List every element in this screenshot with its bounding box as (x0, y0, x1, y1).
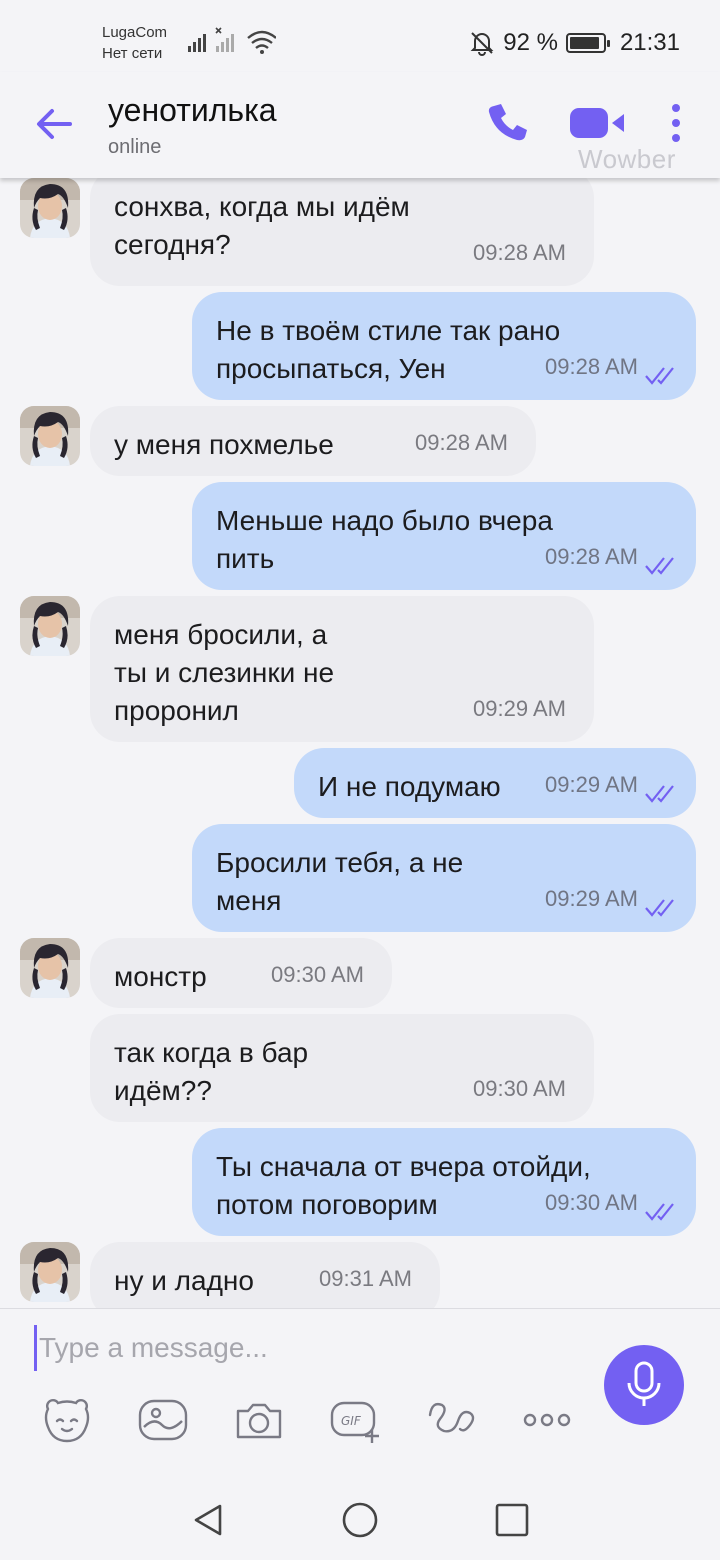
status-right: 92 % 21:31 (469, 28, 680, 58)
message-time: 09:29 AM (473, 696, 566, 721)
message-bubble[interactable]: Бросили тебя, а не меня 09:29 AM (192, 824, 696, 932)
avatar-image (20, 178, 80, 238)
status-bar: LugaCom Нет сети 92 % 21:31 (0, 0, 720, 72)
more-vertical-icon[interactable] (664, 102, 688, 144)
avatar[interactable] (20, 596, 80, 656)
doodle-icon[interactable] (424, 1395, 478, 1445)
avatar-image (20, 938, 80, 998)
avatar-image (20, 406, 80, 466)
carrier-name: LugaCom (102, 24, 168, 41)
message-bubble[interactable]: монстр 09:30 AM (90, 938, 392, 1008)
microphone-icon (627, 1361, 661, 1406)
chat-header: уенотилька online Wowber (0, 72, 720, 178)
message-time: 09:30 AM (271, 962, 364, 987)
phone-icon[interactable] (484, 100, 530, 146)
message-time: 09:28 AM (415, 430, 508, 455)
battery-percent: 92 % (503, 29, 558, 56)
camera-icon[interactable] (232, 1395, 286, 1445)
message-time: 09:29 AM (545, 886, 638, 911)
avatar-image (20, 1242, 80, 1302)
message-input[interactable] (34, 1325, 584, 1371)
avatar-image (20, 596, 80, 656)
message-bubble[interactable]: И не подумаю 09:29 AM (294, 748, 696, 818)
message-time: 09:28 AM (545, 354, 638, 379)
battery-icon (565, 33, 610, 53)
read-ticks-icon (645, 557, 674, 575)
carrier-info: LugaCom Нет сети (102, 22, 167, 64)
system-nav-bar (0, 1480, 720, 1560)
more-options-icon[interactable] (520, 1395, 574, 1445)
contact-name[interactable]: уенотилька (108, 92, 277, 129)
message-list[interactable]: сонхва, когда мы идём сегодня? 09:28 AM … (0, 178, 720, 1308)
message-time: 09:30 AM (545, 1190, 638, 1215)
signal-wifi-icon (188, 27, 276, 54)
read-ticks-icon (645, 1203, 674, 1221)
back-nav-icon[interactable] (188, 1500, 228, 1540)
message-bubble[interactable]: Ты сначала от вчера отойди, потом погово… (192, 1128, 696, 1236)
watermark: Wowber (578, 144, 676, 174)
avatar[interactable] (20, 938, 80, 998)
message-time: 09:30 AM (473, 1076, 566, 1101)
message-time: 09:28 AM (473, 240, 566, 265)
network-status: Нет сети (102, 45, 163, 62)
avatar[interactable] (20, 1242, 80, 1302)
svg-text:GIF: GIF (341, 1414, 362, 1428)
image-icon[interactable] (136, 1395, 190, 1445)
contact-status: online (108, 136, 162, 158)
avatar[interactable] (20, 406, 80, 466)
voice-record-button[interactable] (604, 1345, 684, 1425)
sticker-icon[interactable] (40, 1395, 94, 1445)
message-bubble[interactable]: ну и ладно 09:31 AM (90, 1242, 440, 1308)
message-bubble[interactable]: Не в твоём стиле так рано просыпаться, У… (192, 292, 696, 400)
avatar[interactable] (20, 178, 80, 238)
read-ticks-icon (645, 899, 674, 917)
message-bubble[interactable]: так когда в бар идём?? 09:30 AM (90, 1014, 594, 1122)
back-arrow-icon[interactable] (30, 102, 78, 146)
recents-nav-icon[interactable] (492, 1500, 532, 1540)
message-time: 09:28 AM (545, 544, 638, 569)
read-ticks-icon (645, 785, 674, 803)
message-bubble[interactable]: сонхва, когда мы идём сегодня? 09:28 AM (90, 178, 594, 286)
message-bubble[interactable]: меня бросили, а ты и слезинки не пророни… (90, 596, 594, 742)
home-nav-icon[interactable] (340, 1500, 380, 1540)
message-bubble[interactable]: Меньше надо было вчера пить 09:28 AM (192, 482, 696, 590)
read-ticks-icon (645, 367, 674, 385)
message-time: 09:31 AM (319, 1266, 412, 1291)
mute-bell-icon (470, 32, 494, 56)
message-bubble[interactable]: у меня похмелье 09:28 AM (90, 406, 536, 476)
clock: 21:31 (619, 29, 680, 56)
video-call-icon[interactable] (568, 106, 630, 140)
message-composer: GIF (0, 1308, 720, 1480)
gif-icon[interactable]: GIF (328, 1395, 382, 1445)
message-time: 09:29 AM (545, 772, 638, 797)
